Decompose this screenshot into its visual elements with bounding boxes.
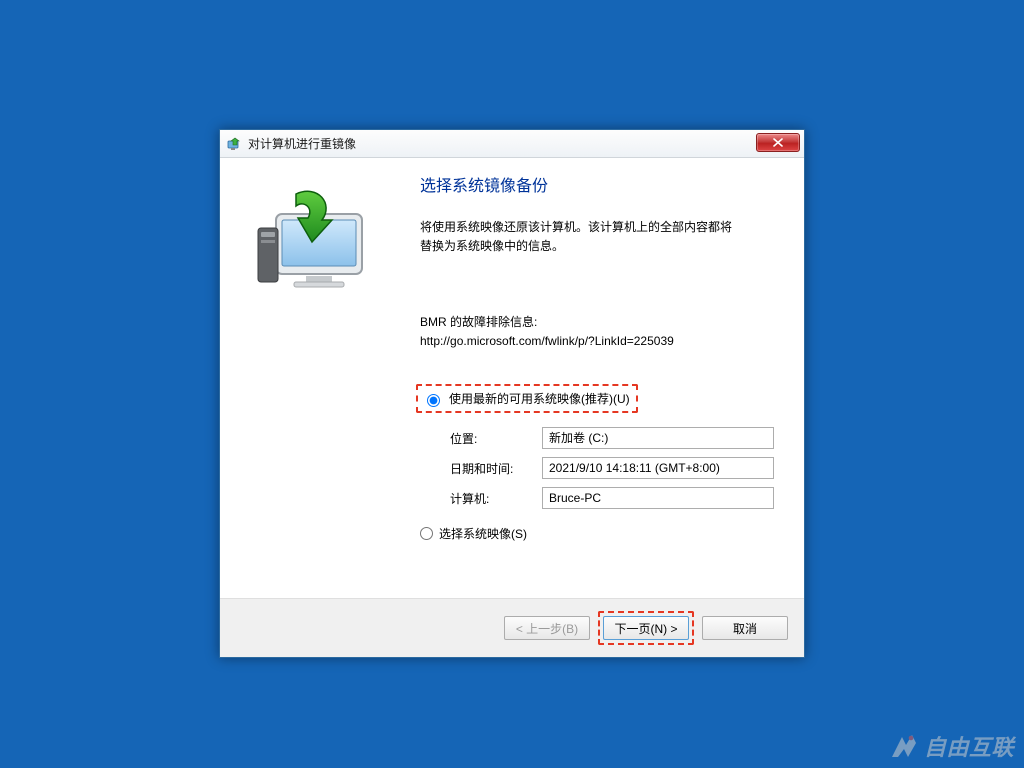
location-label: 位置: — [450, 430, 542, 447]
cancel-button[interactable]: 取消 — [702, 616, 788, 640]
page-heading: 选择系统镜像备份 — [420, 172, 776, 196]
radio-use-latest[interactable] — [427, 394, 440, 407]
option-select-row[interactable]: 选择系统映像(S) — [420, 525, 776, 542]
watermark-text: 自由互联 — [924, 730, 1014, 762]
next-button[interactable]: 下一页(N) > — [603, 616, 689, 640]
radio-select-image-label: 选择系统映像(S) — [439, 525, 527, 542]
radio-use-latest-label: 使用最新的可用系统映像(推荐)(U) — [449, 390, 630, 407]
window-title: 对计算机进行重镜像 — [248, 135, 356, 152]
close-icon — [773, 138, 783, 147]
computer-label: 计算机: — [450, 490, 542, 507]
datetime-value: 2021/9/10 14:18:11 (GMT+8:00) — [542, 457, 774, 479]
next-button-highlight: 下一页(N) > — [598, 611, 694, 645]
wizard-graphic-pane — [220, 158, 410, 598]
watermark: 自由互联 — [888, 730, 1014, 762]
wizard-footer: < 上一步(B) 下一页(N) > 取消 — [220, 598, 804, 657]
bmr-info: BMR 的故障排除信息: http://go.microsoft.com/fwl… — [420, 313, 776, 350]
restore-image-icon — [238, 176, 378, 316]
datetime-label: 日期和时间: — [450, 460, 542, 477]
bmr-info-label: BMR 的故障排除信息: — [420, 313, 776, 332]
option-latest-highlight: 使用最新的可用系统映像(推荐)(U) — [416, 384, 638, 413]
desktop: 对计算机进行重镜像 — [0, 0, 1024, 768]
back-button[interactable]: < 上一步(B) — [504, 616, 590, 640]
app-icon — [226, 136, 242, 152]
computer-value: Bruce-PC — [542, 487, 774, 509]
watermark-icon — [888, 731, 918, 761]
page-description: 将使用系统映像还原该计算机。该计算机上的全部内容都将替换为系统映像中的信息。 — [420, 218, 740, 255]
bmr-info-url: http://go.microsoft.com/fwlink/p/?LinkId… — [420, 332, 776, 351]
radio-select-image[interactable] — [420, 527, 433, 540]
titlebar[interactable]: 对计算机进行重镜像 — [220, 130, 804, 158]
wizard-window: 对计算机进行重镜像 — [219, 129, 805, 658]
image-details: 位置: 新加卷 (C:) 日期和时间: 2021/9/10 14:18:11 (… — [450, 427, 776, 509]
close-button[interactable] — [756, 133, 800, 152]
wizard-content-pane: 选择系统镜像备份 将使用系统映像还原该计算机。该计算机上的全部内容都将替换为系统… — [410, 158, 804, 598]
location-value: 新加卷 (C:) — [542, 427, 774, 449]
wizard-body: 选择系统镜像备份 将使用系统映像还原该计算机。该计算机上的全部内容都将替换为系统… — [220, 158, 804, 657]
